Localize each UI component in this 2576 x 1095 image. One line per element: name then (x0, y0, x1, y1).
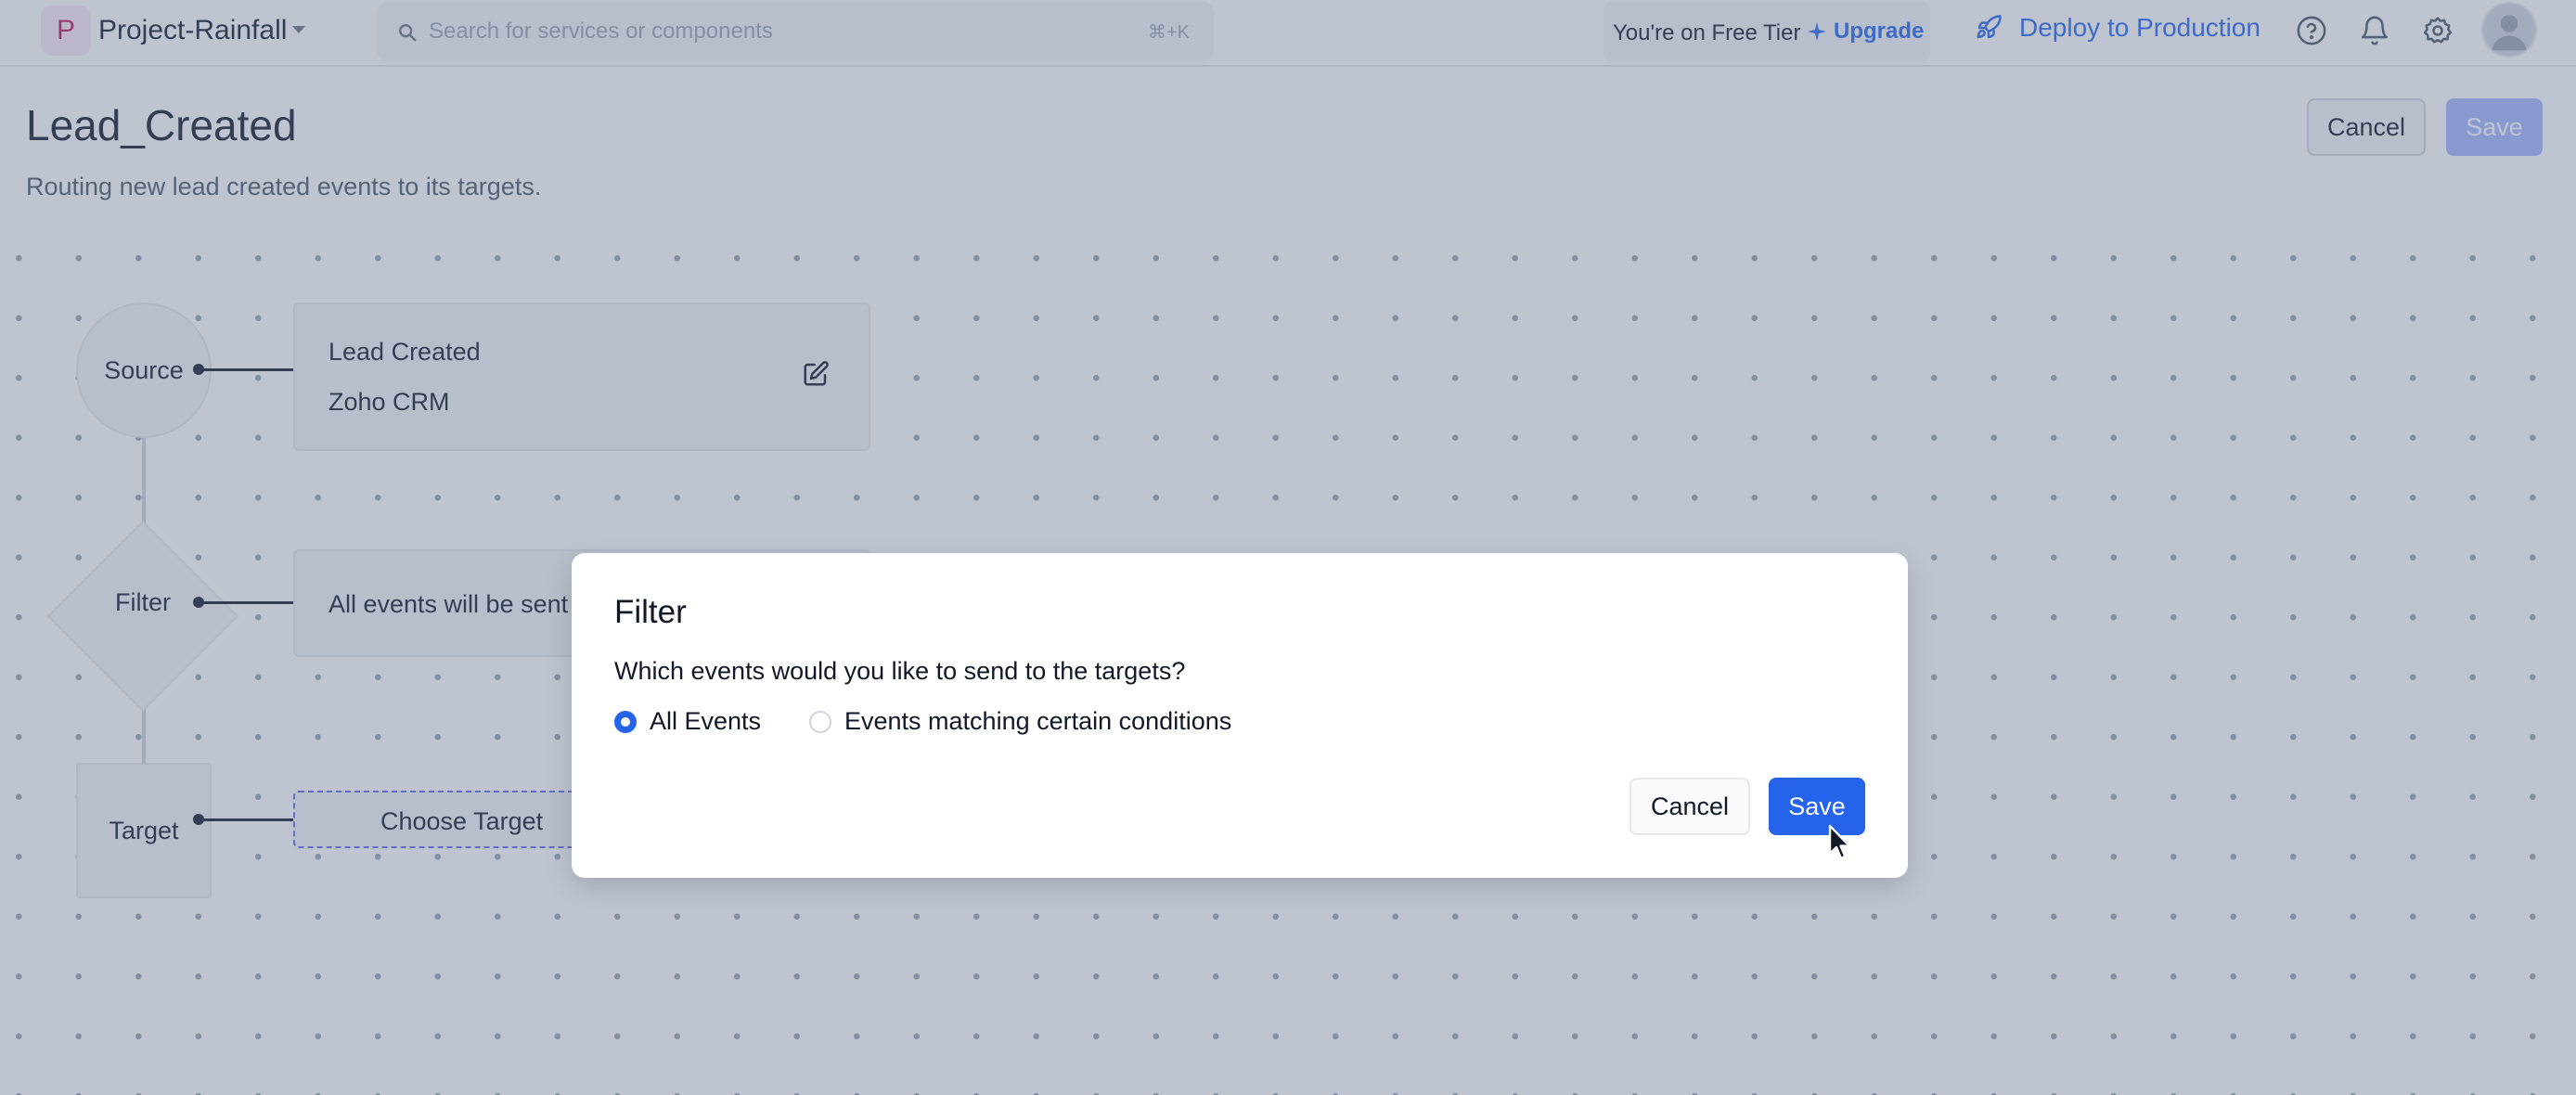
mouse-cursor-icon (1828, 824, 1851, 860)
dialog-question: Which events would you like to send to t… (614, 657, 1186, 685)
filter-dialog: Filter Which events would you like to se… (572, 553, 1908, 878)
dialog-cancel-button[interactable]: Cancel (1629, 778, 1750, 835)
radio-matching-conditions[interactable]: Events matching certain conditions (809, 707, 1231, 736)
radio-matching-conditions-label: Events matching certain conditions (844, 707, 1232, 735)
modal-overlay[interactable] (0, 0, 2576, 1095)
radio-all-events-input[interactable] (614, 710, 637, 733)
radio-all-events-label: All Events (650, 707, 762, 735)
radio-matching-conditions-input[interactable] (809, 710, 831, 733)
radio-all-events[interactable]: All Events (614, 707, 761, 736)
dialog-title: Filter (614, 594, 687, 630)
